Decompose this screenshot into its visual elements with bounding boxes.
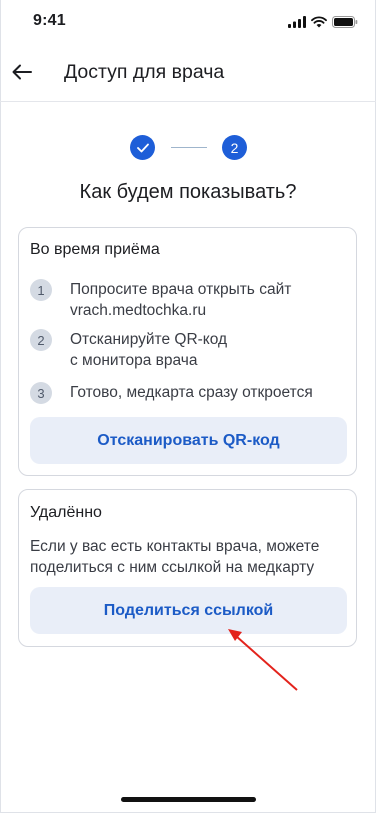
battery-icon xyxy=(332,16,358,28)
question-heading: Как будем показывать? xyxy=(79,181,297,203)
step-text-line: vrach.medtochka.ru xyxy=(70,302,207,319)
page-title: Доступ для врача xyxy=(64,61,225,83)
status-icons xyxy=(288,15,358,29)
status-bar: 9:41 xyxy=(0,0,376,44)
check-icon xyxy=(136,143,149,152)
step-text: Попросите врача открыть сайт vrach.medto… xyxy=(70,279,340,321)
step-text-line: Отсканируйте QR-код xyxy=(70,331,228,348)
arrow-left-icon xyxy=(12,64,32,80)
step-text-line: Готово, медкарта сразу откроется xyxy=(70,384,313,401)
signal-icon xyxy=(288,16,306,28)
step-text: Готово, медкарта сразу откроется xyxy=(70,382,340,403)
step-text-line: с монитора врача xyxy=(70,352,198,369)
app-bar: Доступ для врача xyxy=(0,44,376,102)
step-text-line: Попросите врача открыть сайт xyxy=(70,281,292,298)
description-line: поделиться с ним ссылкой на медкарту xyxy=(30,559,315,576)
step-number: 3 xyxy=(30,382,52,404)
step-number: 1 xyxy=(30,279,52,301)
instruction-step: 2 Отсканируйте QR-код с монитора врача xyxy=(30,329,340,371)
scan-qr-button[interactable]: Отсканировать QR-код xyxy=(30,417,347,464)
remote-card: Удалённо Если у вас есть контакты врача,… xyxy=(18,489,357,647)
in-person-card: Во время приёма 1 Попросите врача открыт… xyxy=(18,227,357,476)
description-line: Если у вас есть контакты врача, можете xyxy=(30,538,320,555)
home-indicator xyxy=(121,797,256,802)
step-number: 2 xyxy=(30,329,52,351)
step-1-completed xyxy=(130,135,155,160)
back-button[interactable] xyxy=(8,58,36,86)
instruction-step: 1 Попросите врача открыть сайт vrach.med… xyxy=(30,279,340,321)
stepper-connector xyxy=(171,147,207,148)
card-description: Если у вас есть контакты врача, можете п… xyxy=(30,536,350,578)
step-2-current: 2 xyxy=(222,135,247,160)
wifi-icon xyxy=(311,16,327,28)
step-text: Отсканируйте QR-код с монитора врача xyxy=(70,329,340,371)
instruction-step: 3 Готово, медкарта сразу откроется xyxy=(30,382,340,404)
card-title: Удалённо xyxy=(30,504,102,521)
status-time: 9:41 xyxy=(33,12,66,29)
stepper: 2 xyxy=(0,135,376,161)
card-title: Во время приёма xyxy=(30,241,160,258)
share-link-button[interactable]: Поделиться ссылкой xyxy=(30,587,347,634)
